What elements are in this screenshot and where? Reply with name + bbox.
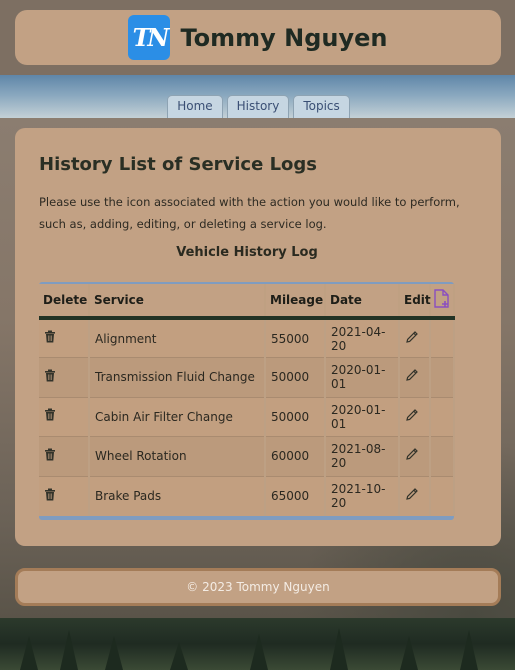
service-cell: Alignment	[89, 317, 266, 358]
table-row: Wheel Rotation 60000 2021-08-20	[39, 436, 455, 476]
trash-icon[interactable]	[44, 488, 56, 505]
mileage-cell: 65000	[265, 475, 326, 516]
date-cell: 2021-04-20	[325, 317, 400, 358]
service-cell: Wheel Rotation	[89, 436, 266, 476]
trash-icon[interactable]	[44, 369, 56, 386]
tab-home[interactable]: Home	[167, 95, 223, 118]
add-log-button[interactable]	[430, 284, 455, 320]
site-header: TN Tommy Nguyen	[15, 10, 501, 65]
main-nav: Home History Topics	[0, 95, 515, 118]
background-trees	[0, 618, 515, 670]
date-cell: 2021-08-20	[325, 436, 400, 476]
delete-button[interactable]	[39, 475, 90, 516]
table-caption: Vehicle History Log	[176, 245, 318, 260]
empty-cell	[430, 436, 455, 476]
logo-text: TN	[132, 23, 170, 52]
copyright-text: © 2023 Tommy Nguyen	[186, 580, 330, 594]
service-cell: Cabin Air Filter Change	[89, 396, 266, 437]
mileage-cell: 55000	[265, 317, 326, 358]
date-cell: 2021-10-20	[325, 475, 400, 516]
trash-icon[interactable]	[44, 408, 56, 425]
pencil-icon[interactable]	[405, 448, 419, 465]
edit-button[interactable]	[399, 317, 431, 358]
pencil-icon[interactable]	[405, 330, 419, 348]
date-cell: 2020-01-01	[325, 357, 400, 397]
pencil-icon[interactable]	[405, 369, 419, 386]
trash-icon[interactable]	[44, 330, 56, 347]
service-cell: Transmission Fluid Change	[89, 357, 266, 397]
header-service: Service	[89, 284, 266, 320]
header-edit: Edit	[399, 284, 431, 320]
main-card: History List of Service Logs Please use …	[15, 128, 501, 546]
mileage-cell: 60000	[265, 436, 326, 476]
site-logo[interactable]: TN	[128, 15, 171, 60]
add-file-icon[interactable]	[433, 288, 451, 309]
empty-cell	[430, 396, 455, 437]
mileage-cell: 50000	[265, 357, 326, 397]
edit-button[interactable]	[399, 396, 431, 437]
empty-cell	[430, 357, 455, 397]
header-date: Date	[325, 284, 400, 320]
trash-icon[interactable]	[44, 448, 56, 465]
site-footer: © 2023 Tommy Nguyen	[15, 568, 501, 606]
service-log-table: Delete Service Mileage Date Edit Alignme…	[39, 282, 455, 520]
empty-cell	[430, 317, 455, 358]
edit-button[interactable]	[399, 357, 431, 397]
delete-button[interactable]	[39, 436, 90, 476]
tab-topics[interactable]: Topics	[293, 95, 350, 118]
header-delete: Delete	[39, 284, 90, 320]
edit-button[interactable]	[399, 436, 431, 476]
header-mileage: Mileage	[265, 284, 326, 320]
table-header-row: Delete Service Mileage Date Edit	[39, 284, 455, 320]
pencil-icon[interactable]	[405, 408, 419, 426]
delete-button[interactable]	[39, 357, 90, 397]
pencil-icon[interactable]	[405, 488, 419, 505]
empty-cell	[430, 475, 455, 516]
edit-button[interactable]	[399, 475, 431, 516]
intro-text: Please use the icon associated with the …	[39, 195, 460, 231]
delete-button[interactable]	[39, 396, 90, 437]
date-cell: 2020-01-01	[325, 396, 400, 437]
mileage-cell: 50000	[265, 396, 326, 437]
site-title: Tommy Nguyen	[180, 23, 388, 52]
tab-history[interactable]: History	[226, 95, 290, 118]
table-row: Brake Pads 65000 2021-10-20	[39, 475, 455, 516]
delete-button[interactable]	[39, 317, 90, 358]
service-cell: Brake Pads	[89, 475, 266, 516]
table-row: Transmission Fluid Change 50000 2020-01-01	[39, 357, 455, 397]
table-row: Cabin Air Filter Change 50000 2020-01-01	[39, 396, 455, 437]
page-title: History List of Service Logs	[39, 154, 318, 175]
table-row: Alignment 55000 2021-04-20	[39, 317, 455, 358]
